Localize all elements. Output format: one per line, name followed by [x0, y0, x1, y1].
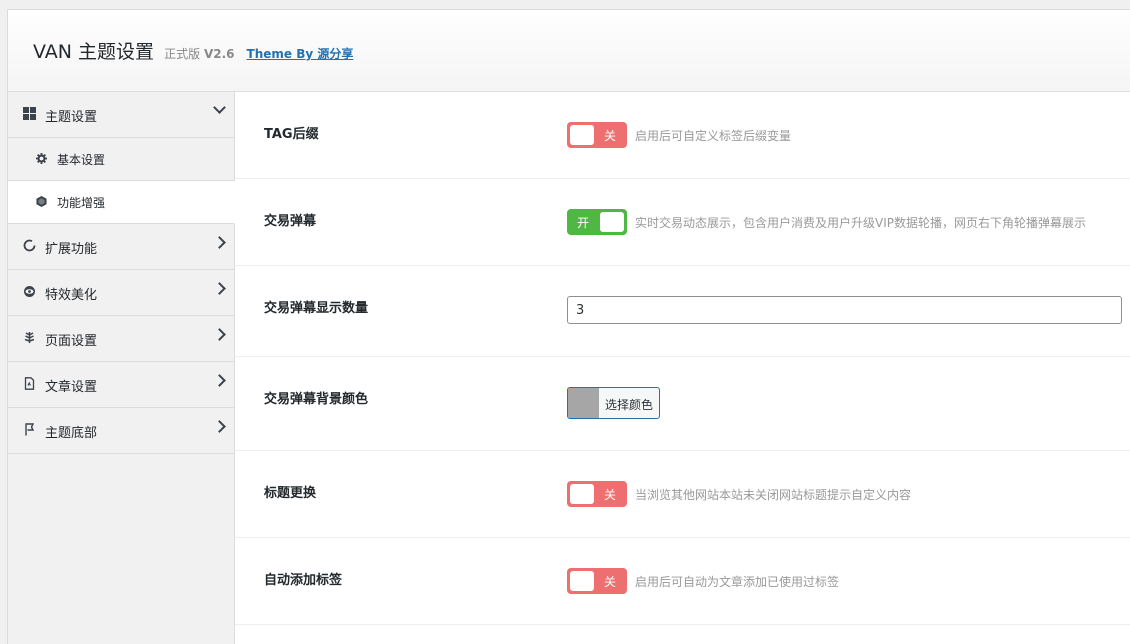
sidebar-item-footer[interactable]: 主题底部 [8, 408, 234, 454]
setting-row-barrage-bg-color: 交易弹幕背景颜色 选择颜色 [235, 357, 1130, 451]
version-text: V2.6 [203, 47, 235, 61]
setting-row-barrage-count: 交易弹幕显示数量 [235, 266, 1130, 357]
chevron-right-icon [213, 236, 226, 249]
setting-label: 交易弹幕 [264, 214, 317, 229]
setting-row-trade-barrage: 交易弹幕 开 实时交易动态展示，包含用户消费及用户升级VIP数据轮播，网页右下角… [235, 179, 1130, 266]
chevron-right-icon [213, 420, 226, 433]
setting-row-tag-suffix: TAG后缀 关 启用后可自定义标签后缀变量 [235, 92, 1130, 179]
sidebar-subitem-basic[interactable]: 基本设置 [8, 138, 234, 181]
setting-description: 当浏览其他网站本站未关闭网站标题提示自定义内容 [635, 488, 912, 502]
toggle-knob [600, 212, 624, 232]
sidebar-subitem-label: 功能增强 [57, 196, 106, 210]
sidebar-item-label: 文章设置 [45, 380, 98, 395]
barrage-count-input[interactable] [567, 296, 1122, 324]
title-text: VAN 主题设置 [33, 41, 155, 63]
setting-label: 自动添加标签 [264, 573, 343, 588]
chevron-right-icon [213, 282, 226, 295]
edition-text: 正式版 [164, 47, 201, 61]
sidebar-item-label: 主题底部 [45, 426, 98, 441]
sidebar-subitem-enhance[interactable]: 功能增强 [8, 181, 235, 224]
setting-description: 启用后可自动为文章添加已使用过标签 [635, 575, 840, 589]
grid-icon [23, 107, 36, 120]
color-swatch [568, 388, 599, 418]
eye-icon [23, 285, 36, 298]
chevron-right-icon [213, 374, 226, 387]
toggle-knob [570, 125, 594, 145]
sidebar-subitem-label: 基本设置 [57, 153, 106, 167]
settings-panel: VAN 主题设置 正式版 V2.6 Theme By 源分享 主题设置 基本设置… [7, 9, 1130, 644]
setting-label: 标题更换 [264, 486, 317, 501]
select-color-button[interactable]: 选择颜色 [567, 387, 660, 419]
cube-icon [36, 196, 47, 207]
settings-content: TAG后缀 关 启用后可自定义标签后缀变量 交易弹幕 开 实时交易动态展示，包含… [235, 92, 1130, 644]
setting-description: 实时交易动态展示，包含用户消费及用户升级VIP数据轮播，网页右下角轮播弹幕展示 [635, 216, 1086, 230]
sidebar-item-label: 页面设置 [45, 334, 98, 349]
select-color-label: 选择颜色 [605, 398, 654, 412]
trade-barrage-toggle[interactable]: 开 [567, 209, 627, 235]
flag-icon [23, 423, 36, 436]
setting-row-auto-tag: 自动添加标签 关 启用后可自动为文章添加已使用过标签 [235, 538, 1130, 625]
page-title: VAN 主题设置 正式版 V2.6 Theme By 源分享 [33, 37, 353, 64]
toggle-state: 关 [603, 488, 616, 502]
version-label: 正式版 V2.6 [164, 47, 234, 61]
sidebar-item-label: 特效美化 [45, 288, 98, 303]
toggle-state: 关 [603, 575, 616, 589]
sidebar-item-page-settings[interactable]: 页面设置 [8, 316, 234, 362]
spinner-icon [23, 239, 36, 252]
gear-icon [36, 153, 47, 164]
setting-label: 交易弹幕显示数量 [264, 301, 369, 316]
chevron-down-icon [213, 101, 226, 114]
toggle-knob [570, 571, 594, 591]
file-icon [23, 377, 36, 390]
theme-author-link[interactable]: Theme By 源分享 [247, 47, 354, 61]
auto-tag-toggle[interactable]: 关 [567, 568, 627, 594]
toggle-state: 关 [603, 129, 616, 143]
setting-label: 交易弹幕背景颜色 [264, 392, 369, 407]
chevron-right-icon [213, 328, 226, 341]
tag-suffix-toggle[interactable]: 关 [567, 122, 627, 148]
sidebar-item-label: 主题设置 [45, 110, 98, 125]
setting-description: 启用后可自定义标签后缀变量 [635, 129, 792, 143]
setting-row-title-change: 标题更换 关 当浏览其他网站本站未关闭网站标题提示自定义内容 [235, 451, 1130, 538]
sidebar: 主题设置 基本设置 功能增强 扩展功能 特效美化 页面设置 文章设置 主题底部 [8, 92, 235, 644]
sidebar-item-extensions[interactable]: 扩展功能 [8, 224, 234, 270]
sidebar-item-effects[interactable]: 特效美化 [8, 270, 234, 316]
sidebar-item-label: 扩展功能 [45, 242, 98, 257]
panel-header: VAN 主题设置 正式版 V2.6 Theme By 源分享 [8, 10, 1130, 92]
sidebar-item-article-settings[interactable]: 文章设置 [8, 362, 234, 408]
toggle-knob [570, 484, 594, 504]
toggle-state: 开 [577, 216, 590, 230]
title-change-toggle[interactable]: 关 [567, 481, 627, 507]
leaf-icon [23, 331, 36, 344]
sidebar-item-theme-settings[interactable]: 主题设置 [8, 92, 234, 138]
setting-label: TAG后缀 [264, 127, 319, 142]
